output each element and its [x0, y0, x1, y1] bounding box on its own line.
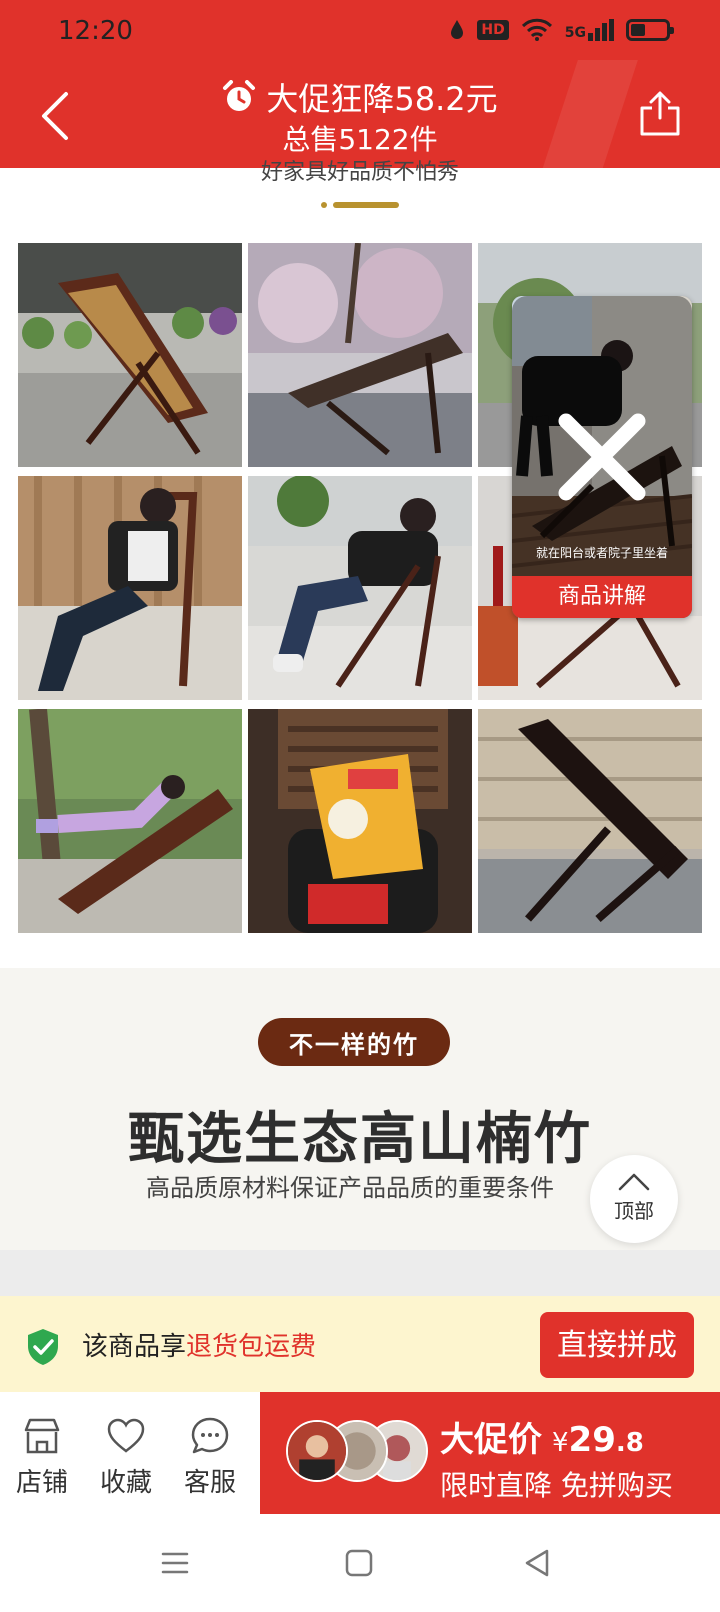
- promo-title-text: 大促狂降58.2元: [266, 80, 498, 118]
- hd-badge: HD: [477, 20, 509, 40]
- back-triangle-icon[interactable]: [522, 1548, 552, 1578]
- avatar: [286, 1420, 348, 1482]
- product-explanation-button[interactable]: 商品讲解: [512, 576, 692, 618]
- gallery-photo[interactable]: [248, 476, 472, 700]
- favorite-button[interactable]: 收藏: [86, 1416, 166, 1499]
- store-icon: [24, 1418, 60, 1454]
- section-divider: [0, 1250, 720, 1296]
- return-shipping-link[interactable]: 退货包运费: [186, 1332, 316, 1362]
- gallery-photo[interactable]: [18, 243, 242, 467]
- store-label: 店铺: [15, 1468, 68, 1498]
- buy-subtitle: 限时直降 免拼购买: [440, 1469, 673, 1502]
- top-header: 12:20 HD 5G 大促狂降58.2元 总售5122件: [0, 0, 720, 168]
- return-shipping-notice: 该商品享退货包运费: [82, 1326, 316, 1363]
- shield-check-icon: [28, 1329, 58, 1365]
- gallery-section-title: 好家具好品质不怕秀: [260, 160, 459, 182]
- title-divider: [0, 202, 720, 208]
- bottom-action-bar: 店铺 收藏 客服 大促价 ¥29.8 限时直降 免拼购买: [0, 1392, 720, 1514]
- gallery-photo[interactable]: [18, 476, 242, 700]
- guarantee-bar: 该商品享退货包运费 直接拼成: [0, 1296, 720, 1392]
- heart-icon: [107, 1418, 145, 1453]
- status-bar: 12:20 HD 5G: [0, 0, 720, 64]
- battery-icon: [626, 19, 674, 41]
- home-icon[interactable]: [344, 1548, 374, 1578]
- gallery-photo[interactable]: [478, 709, 702, 933]
- customer-service-label: 客服: [183, 1468, 236, 1498]
- promo-title: 大促狂降58.2元: [0, 74, 720, 120]
- buyer-avatars: [286, 1420, 428, 1486]
- cell-signal-icon: 5G: [565, 19, 614, 41]
- favorite-label: 收藏: [99, 1468, 152, 1498]
- wifi-icon: [521, 18, 552, 41]
- system-navigation-bar: [0, 1514, 720, 1612]
- menu-icon[interactable]: [160, 1548, 190, 1578]
- back-to-top-label: 顶部: [614, 1199, 654, 1223]
- product-video-window[interactable]: 就在阳台或者院子里坐着 商品讲解: [512, 296, 692, 618]
- alarm-clock-icon: [223, 80, 256, 111]
- customer-service-button[interactable]: 客服: [170, 1416, 250, 1499]
- gallery-photo[interactable]: [18, 709, 242, 933]
- chevron-up-icon: [618, 1173, 650, 1191]
- direct-group-buy-button[interactable]: 直接拼成: [540, 1312, 694, 1378]
- promo-price-label: 大促价: [440, 1420, 542, 1460]
- gallery-photo[interactable]: [248, 709, 472, 933]
- chat-icon: [191, 1417, 229, 1454]
- bamboo-badge: 不一样的竹: [258, 1018, 450, 1066]
- price-value: ¥29.8: [552, 1420, 644, 1460]
- close-icon[interactable]: [512, 296, 692, 618]
- notice-prefix: 该商品享: [82, 1332, 187, 1362]
- video-caption: 就在阳台或者院子里坐着: [535, 546, 668, 560]
- water-drop-icon: [451, 20, 464, 39]
- promo-price: 大促价 ¥29.8: [440, 1412, 644, 1461]
- status-time: 12:20: [58, 16, 133, 46]
- back-to-top-button[interactable]: 顶部: [590, 1155, 678, 1243]
- store-button[interactable]: 店铺: [2, 1416, 82, 1499]
- buy-now-button[interactable]: 大促价 ¥29.8 限时直降 免拼购买: [260, 1392, 720, 1514]
- status-icons: HD 5G: [449, 18, 674, 42]
- gallery-photo[interactable]: [248, 243, 472, 467]
- network-type-label: 5G: [564, 25, 586, 41]
- sales-total: 总售5122件: [282, 123, 438, 156]
- share-button[interactable]: [638, 90, 682, 138]
